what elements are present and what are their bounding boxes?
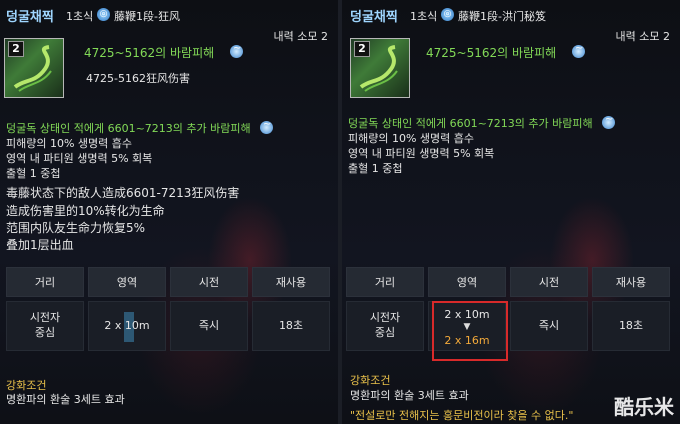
distance-line: 시전자: [369, 311, 401, 324]
damage-text: 4725~5162의 바람피해: [84, 46, 215, 60]
distance-value: 시전자 중심: [346, 301, 424, 351]
tooltip-right: 덩굴채찍 1초식 ◎ 藤鞭1段-洪门秘笈 내력 소모 2 2 4725~5162…: [342, 0, 680, 424]
effect-line: 피해량의 10% 생명력 흡수: [348, 132, 475, 145]
extra-damage: 덩굴독 상태인 적에게 6601~7213의 추가 바람피해: [6, 122, 251, 135]
distance-line: 중심: [34, 326, 56, 339]
cooldown-value: 18초: [252, 301, 330, 351]
highlight-box: [432, 301, 508, 361]
header-area: 영역: [428, 267, 506, 297]
enhance-condition-text: 명환파의 환술 3세트 효과: [350, 389, 469, 402]
effect-line: 영역 내 파티원 생명력 5% 회복: [6, 152, 153, 165]
wind-element-icon: [602, 114, 615, 129]
effect-line: 영역 내 파티원 생명력 5% 회복: [348, 147, 495, 160]
site-watermark: 酷乐米: [614, 395, 674, 419]
cast-value: 즉시: [510, 301, 588, 351]
legend-quote: "전설로만 전해지는 홍문비전이라 찾을 수 없다.": [350, 409, 574, 422]
level-icon: ◎: [97, 8, 110, 21]
effect-line-zh: 范围内队友生命力恢复5%: [6, 221, 146, 235]
wind-element-icon: [572, 43, 585, 58]
skill-icon: 2: [350, 38, 410, 98]
skill-rank-badge: 2: [8, 41, 24, 57]
header-area: 영역: [88, 267, 166, 297]
header-cooldown: 재사용: [252, 267, 330, 297]
extra-damage: 덩굴독 상태인 적에게 6601~7213의 추가 바람피해: [348, 117, 593, 130]
skill-level: 1초식: [66, 10, 94, 23]
distance-value: 시전자 중심: [6, 301, 84, 351]
wind-element-icon: [230, 43, 243, 58]
cast-value: 즉시: [170, 301, 248, 351]
effect-line: 출혈 1 중첩: [348, 162, 403, 175]
enhance-condition-text: 명환파의 환술 3세트 효과: [6, 393, 125, 406]
header-cast: 시전: [170, 267, 248, 297]
skill-subtitle-zh: 藤鞭1段-洪门秘笈: [458, 10, 546, 23]
skill-rank-badge: 2: [354, 41, 370, 57]
skill-name: 덩굴채찍: [350, 10, 398, 25]
effect-line: 출혈 1 중첩: [6, 167, 61, 180]
wind-element-icon: [260, 119, 273, 134]
effect-line-zh: 毒藤状态下的敌人造成6601-7213狂风伤害: [6, 186, 240, 200]
effect-line: 피해량의 10% 생명력 흡수: [6, 137, 133, 150]
damage-text-zh: 4725-5162狂风伤害: [86, 72, 190, 85]
skill-icon: 2: [4, 38, 64, 98]
distance-line: 시전자: [29, 311, 61, 324]
damage-text: 4725~5162의 바람피해: [426, 46, 557, 60]
skill-subtitle-zh: 藤鞭1段-狂风: [114, 10, 180, 23]
skill-level: 1초식: [410, 10, 438, 23]
tooltip-left: 덩굴채찍 1초식 ◎ 藤鞭1段-狂风 내력 소모 2 2 4725~5162의 …: [0, 0, 338, 424]
area-text: 2 x 10m: [104, 319, 150, 332]
inner-cost: 내력 소모 2: [615, 30, 670, 43]
skill-name: 덩굴채찍: [6, 10, 54, 25]
level-icon: ◎: [441, 8, 454, 21]
header-distance: 거리: [346, 267, 424, 297]
inner-cost: 내력 소모 2: [273, 30, 328, 43]
effect-line-zh: 叠加1层出血: [6, 238, 74, 252]
header-distance: 거리: [6, 267, 84, 297]
enhance-condition-label: 강화조건: [350, 374, 391, 387]
header-cast: 시전: [510, 267, 588, 297]
header-cooldown: 재사용: [592, 267, 670, 297]
effect-line-zh: 造成伤害里的10%转化为生命: [6, 204, 165, 218]
cooldown-value: 18초: [592, 301, 670, 351]
distance-line: 중심: [374, 326, 396, 339]
area-value: 2 x 10m: [88, 301, 166, 351]
